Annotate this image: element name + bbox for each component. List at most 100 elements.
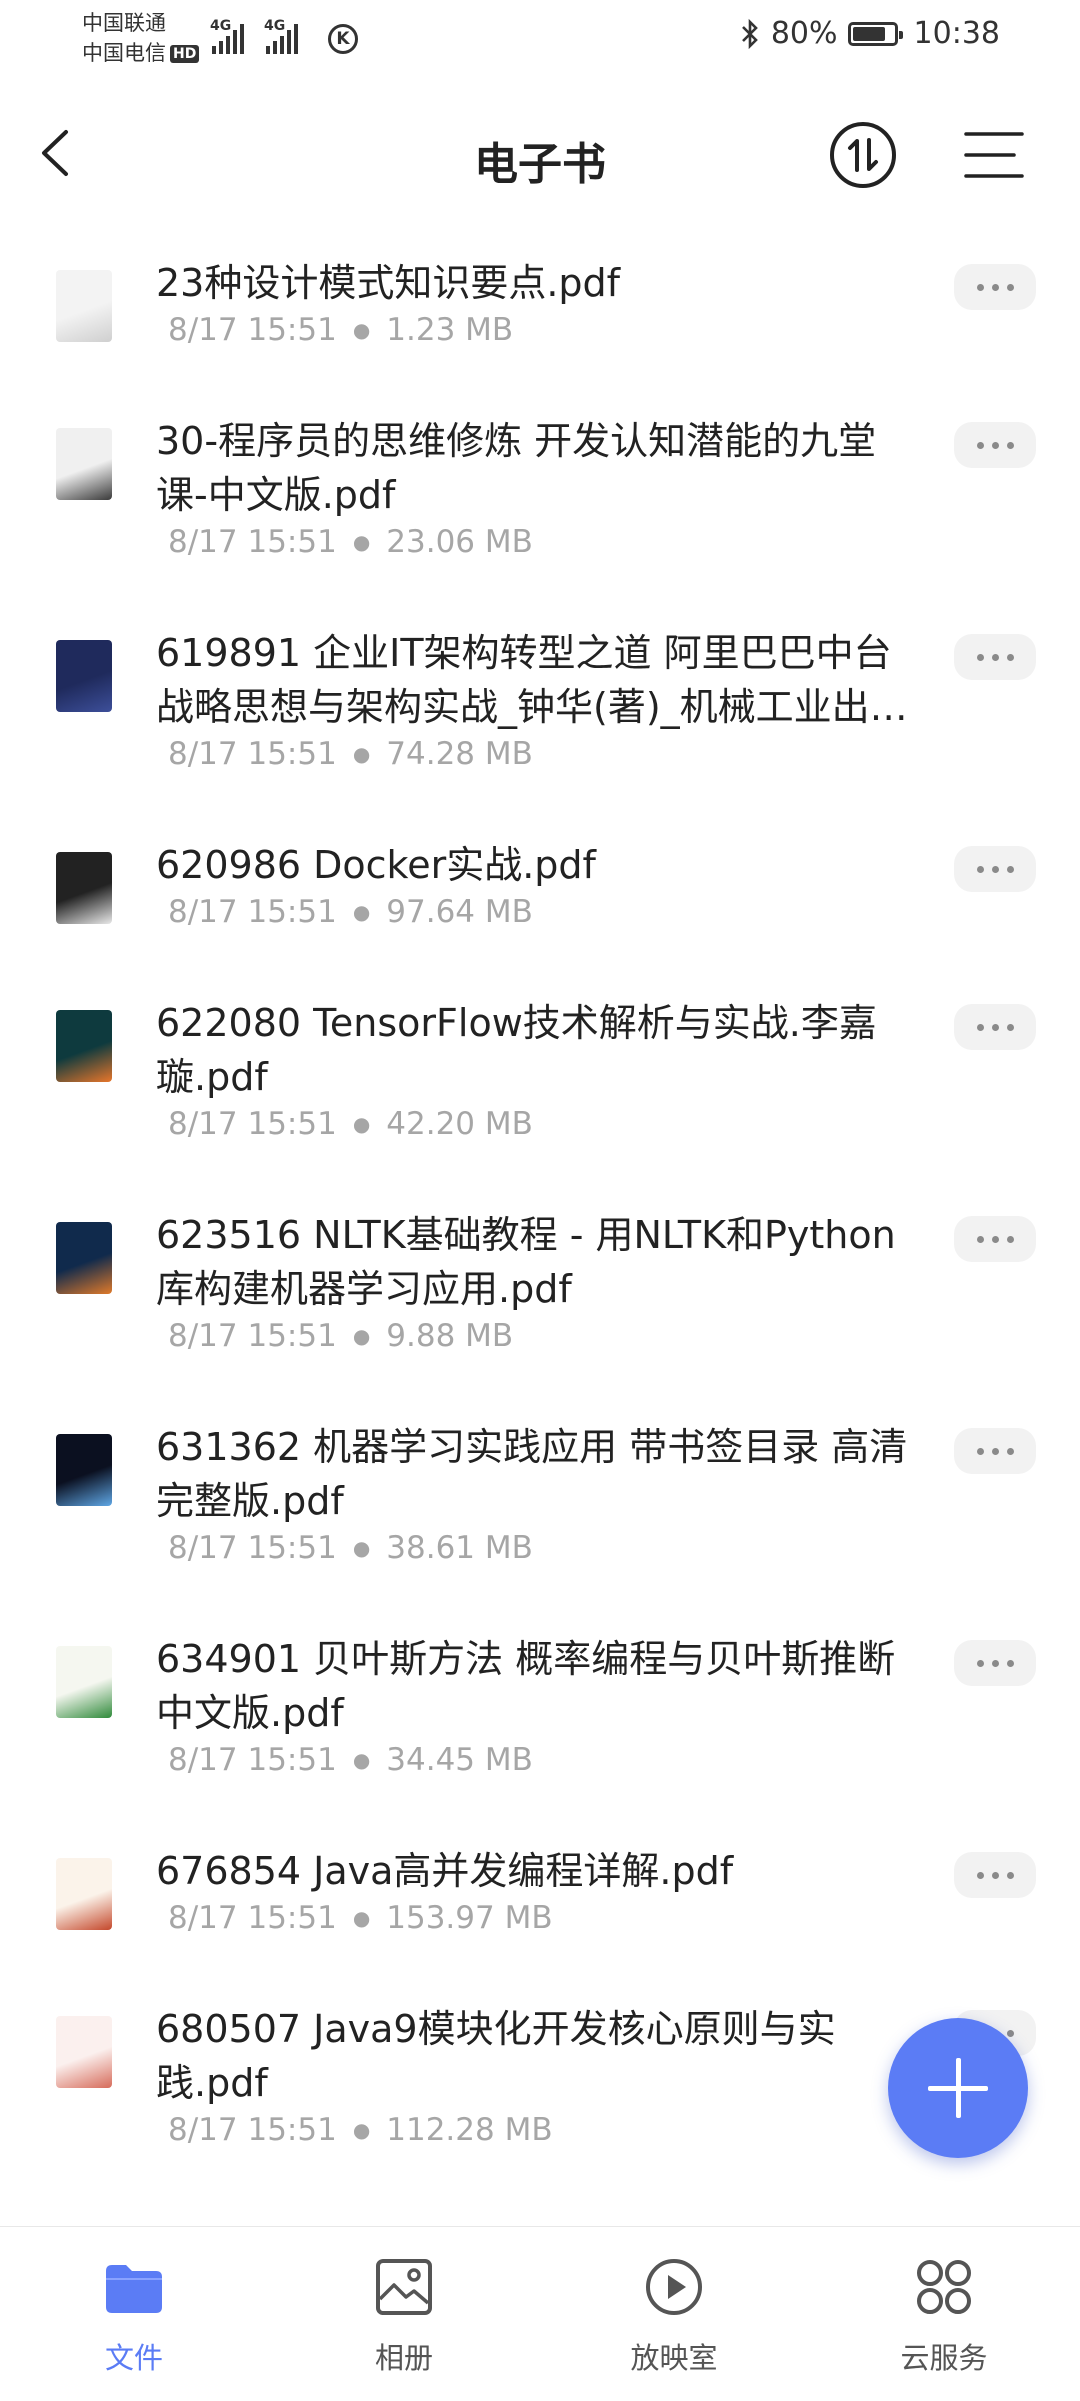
menu-button[interactable] <box>962 128 1026 182</box>
more-dot-icon <box>976 1659 984 1667</box>
battery-percent: 80% <box>770 16 838 51</box>
separator-dot: ● <box>352 1536 371 1560</box>
file-date: 8/17 15:51 <box>168 312 337 348</box>
file-thumbnail <box>56 270 112 342</box>
file-name: 23种设计模式知识要点.pdf <box>156 261 621 305</box>
hamburger-menu-icon <box>964 132 1024 178</box>
more-options-button[interactable] <box>954 1640 1036 1686</box>
carrier-info: 中国联通 中国电信 HD <box>82 8 200 68</box>
folder-icon <box>106 2265 162 2313</box>
file-date: 8/17 15:51 <box>168 1318 337 1354</box>
chevron-left-icon <box>42 130 68 176</box>
play-circle-icon <box>646 2259 702 2315</box>
file-meta: 8/17 15:51 ● 1.23 MB <box>168 312 513 348</box>
more-dot-icon <box>1006 2029 1014 2037</box>
file-size: 9.88 MB <box>386 1318 514 1354</box>
file-meta: 8/17 15:51 ● 23.06 MB <box>168 524 533 560</box>
file-thumbnail <box>56 852 112 924</box>
more-dot-icon <box>976 1447 984 1455</box>
file-name: 622080 TensorFlow技术解析与实战.李嘉璇.pdf <box>156 1001 877 1099</box>
more-dot-icon <box>1006 441 1014 449</box>
battery-icon <box>847 21 903 46</box>
more-options-button[interactable] <box>954 846 1036 892</box>
separator-dot: ● <box>352 1748 371 1772</box>
signal-icon-2: 4G <box>264 18 298 54</box>
more-options-button[interactable] <box>954 264 1036 310</box>
back-button[interactable] <box>36 128 86 178</box>
more-dot-icon <box>976 1871 984 1879</box>
file-thumbnail <box>56 1434 112 1506</box>
more-dot-icon <box>976 441 984 449</box>
file-date: 8/17 15:51 <box>168 1106 337 1142</box>
more-dot-icon <box>991 441 999 449</box>
more-dot-icon <box>991 865 999 873</box>
more-options-button[interactable] <box>954 1852 1036 1898</box>
more-dot-icon <box>1006 1659 1014 1667</box>
battery-fill <box>852 26 885 41</box>
file-date: 8/17 15:51 <box>168 2112 337 2148</box>
status-right: 80% 10:38 <box>739 16 1000 51</box>
file-name: 634901 贝叶斯方法 概率编程与贝叶斯推断 中文版.pdf <box>156 1637 896 1735</box>
file-size: 112.28 MB <box>386 2112 553 2148</box>
more-dot-icon <box>991 283 999 291</box>
more-dot-icon <box>1006 1871 1014 1879</box>
more-dot-icon <box>991 1871 999 1879</box>
clock: 10:38 <box>913 16 1000 51</box>
separator-dot: ● <box>352 530 371 554</box>
file-size: 74.28 MB <box>386 736 533 772</box>
file-name: 676854 Java高并发编程详解.pdf <box>156 1849 734 1893</box>
file-date: 8/17 15:51 <box>168 736 337 772</box>
file-thumbnail <box>56 1646 112 1718</box>
file-name: 619891 企业IT架构转型之道 阿里巴巴中台战略思想与架构实战_钟华(著)_… <box>156 631 908 729</box>
tab-label: 放映室 <box>630 2341 718 2375</box>
more-dot-icon <box>991 1659 999 1667</box>
separator-dot: ● <box>352 318 371 342</box>
separator-dot: ● <box>352 1324 371 1348</box>
file-meta: 8/17 15:51 ● 42.20 MB <box>168 1106 533 1142</box>
more-options-button[interactable] <box>954 1428 1036 1474</box>
cloud-service-grid-icon <box>917 2260 971 2314</box>
file-date: 8/17 15:51 <box>168 1530 337 1566</box>
file-size: 1.23 MB <box>386 312 514 348</box>
more-dot-icon <box>991 653 999 661</box>
more-options-button[interactable] <box>954 1216 1036 1262</box>
file-meta: 8/17 15:51 ● 38.61 MB <box>168 1530 533 1566</box>
more-options-button[interactable] <box>954 422 1036 468</box>
more-dot-icon <box>976 1235 984 1243</box>
more-dot-icon <box>976 653 984 661</box>
more-dot-icon <box>1006 1023 1014 1031</box>
status-bar: 中国联通 中国电信 HD 4G 4G K 80% 10:38 <box>0 0 1080 74</box>
tab-cloud-service[interactable]: 云服务 <box>844 2227 1044 2401</box>
more-dot-icon <box>1006 283 1014 291</box>
sort-button[interactable] <box>830 122 896 188</box>
add-button[interactable] <box>888 2018 1028 2158</box>
signal-indicators: 4G 4G K <box>210 14 358 54</box>
file-thumbnail <box>56 1858 112 1930</box>
signal-icon-1: 4G <box>210 18 244 54</box>
k-circle-icon: K <box>328 24 358 54</box>
bluetooth-icon <box>741 18 758 49</box>
file-date: 8/17 15:51 <box>168 1742 337 1778</box>
bottom-tab-bar: 文件 相册 放映室 云服务 <box>0 2226 1080 2401</box>
tab-screening-room[interactable]: 放映室 <box>574 2227 774 2401</box>
more-dot-icon <box>1006 653 1014 661</box>
file-name: 631362 机器学习实践应用 带书签目录 高清完整版.pdf <box>156 1425 908 1523</box>
file-thumbnail <box>56 428 112 500</box>
tab-album[interactable]: 相册 <box>304 2227 504 2401</box>
more-dot-icon <box>976 1023 984 1031</box>
more-dot-icon <box>1006 1235 1014 1243</box>
file-size: 23.06 MB <box>386 524 533 560</box>
more-options-button[interactable] <box>954 1004 1036 1050</box>
file-name: 680507 Java9模块化开发核心原则与实践.pdf <box>156 2007 836 2105</box>
network-type-1: 4G <box>210 18 232 34</box>
tab-label: 文件 <box>104 2341 163 2375</box>
file-meta: 8/17 15:51 ● 9.88 MB <box>168 1318 513 1354</box>
tab-files[interactable]: 文件 <box>34 2227 234 2401</box>
file-size: 153.97 MB <box>386 1900 553 1936</box>
hd-badge: HD <box>170 45 200 63</box>
file-meta: 8/17 15:51 ● 74.28 MB <box>168 736 533 772</box>
file-name: 620986 Docker实战.pdf <box>156 843 596 887</box>
file-meta: 8/17 15:51 ● 34.45 MB <box>168 1742 533 1778</box>
app-header: 电子书 <box>0 100 1080 210</box>
more-options-button[interactable] <box>954 634 1036 680</box>
